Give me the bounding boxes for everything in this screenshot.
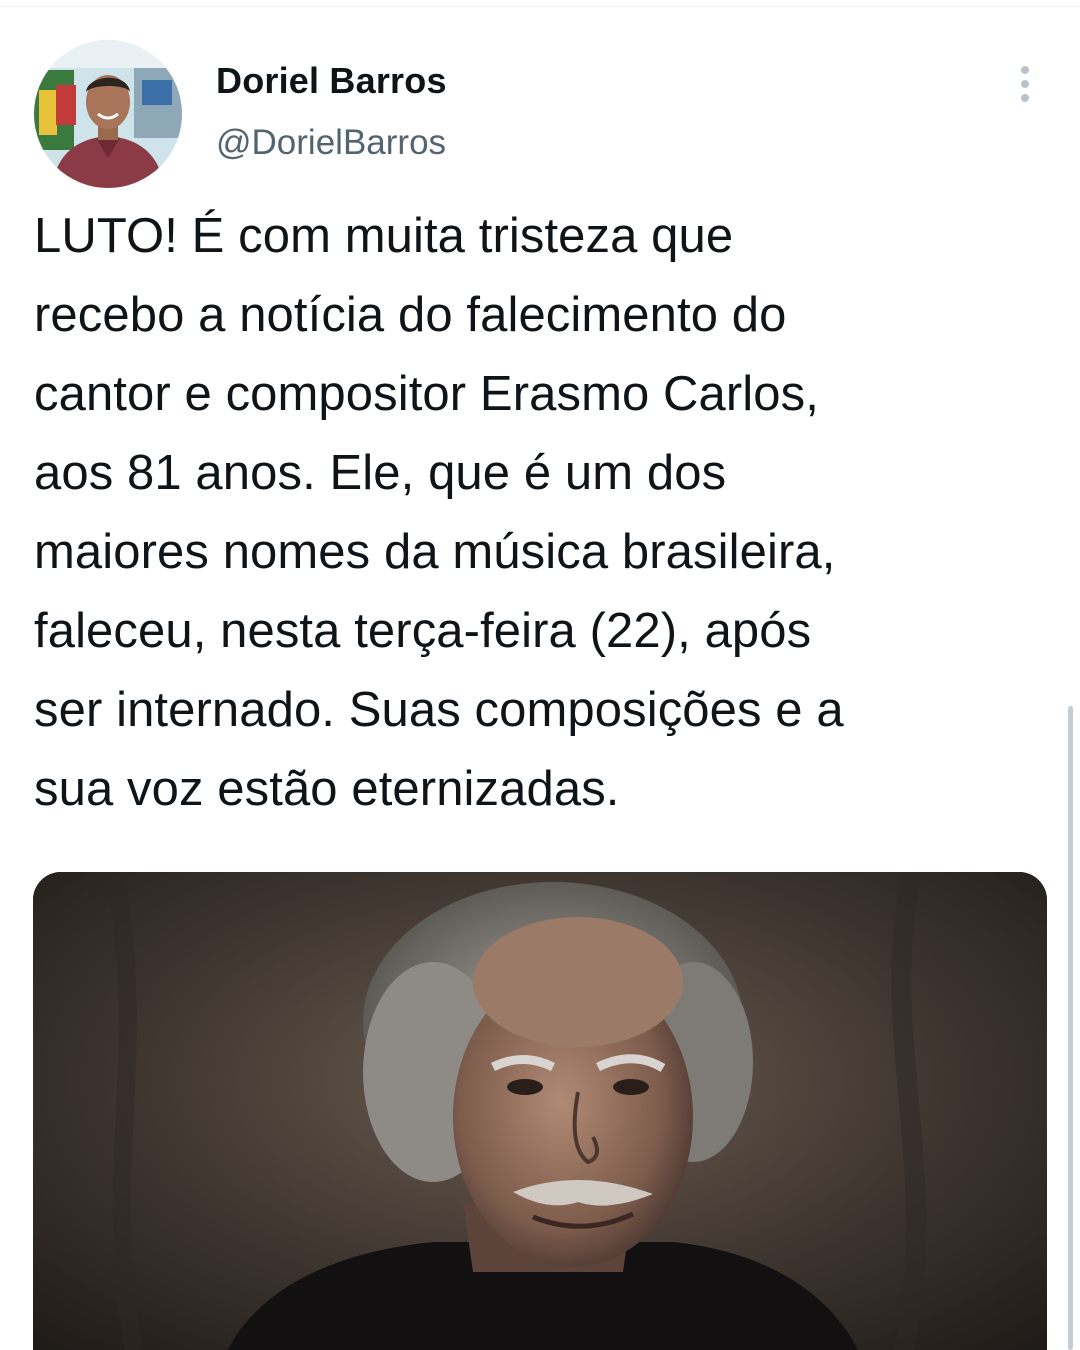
tweet-screen: Doriel Barros @DorielBarros LUTO! É com … bbox=[0, 0, 1080, 1350]
more-vertical-icon bbox=[1021, 66, 1029, 102]
portrait-photo bbox=[33, 872, 1047, 1350]
avatar[interactable] bbox=[34, 40, 182, 188]
top-divider bbox=[0, 0, 1080, 7]
more-options-button[interactable] bbox=[1005, 62, 1045, 106]
author-display-name[interactable]: Doriel Barros bbox=[216, 60, 447, 102]
avatar-photo bbox=[34, 40, 182, 188]
tweet-text: LUTO! É com muita tristeza que recebo a … bbox=[34, 209, 844, 816]
author-handle[interactable]: @DorielBarros bbox=[216, 123, 446, 163]
tweet-media-image[interactable] bbox=[33, 872, 1047, 1350]
scrollbar[interactable] bbox=[1068, 706, 1073, 1350]
